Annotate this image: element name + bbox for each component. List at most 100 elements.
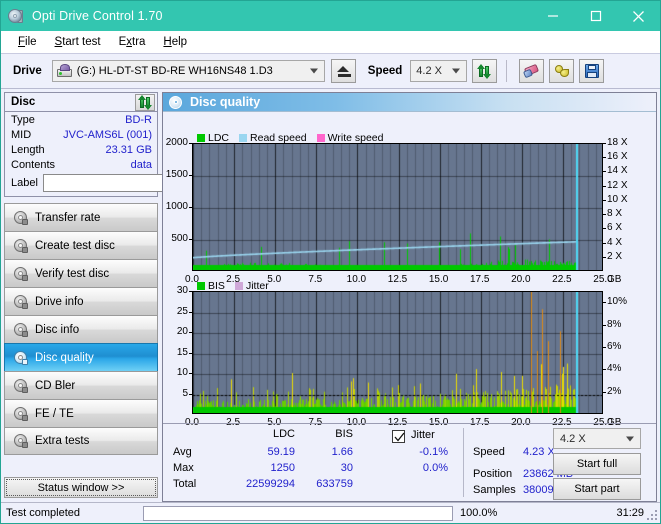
menu-start-test[interactable]: Start test	[46, 34, 110, 50]
y-tick-label: 15	[162, 347, 188, 358]
chevron-down-icon	[452, 69, 460, 74]
sidebar-item-verify-test-disc[interactable]: Verify test disc	[4, 259, 158, 287]
stats-avg-ldc: 59.19	[235, 446, 295, 458]
sidebar-item-label: Disc quality	[35, 352, 94, 364]
y2-tick-label: 6%	[607, 341, 621, 352]
sidebar-item-extra-tests[interactable]: Extra tests	[4, 427, 158, 455]
stats-divider	[463, 428, 464, 497]
disc-panel-title: Disc	[11, 96, 35, 108]
sidebar-item-fe-te[interactable]: FE / TE	[4, 399, 158, 427]
main-split: Disc Type BD-R MID JVC-AMS6L (001)	[1, 89, 660, 502]
y-tick	[189, 373, 192, 374]
sidebar-item-disc-quality[interactable]: Disc quality	[4, 343, 158, 371]
y2-tick-label: 10%	[607, 296, 627, 307]
sidebar-item-drive-info[interactable]: Drive info	[4, 287, 158, 315]
erase-disc-button[interactable]	[519, 59, 544, 83]
y2-tick	[603, 392, 606, 393]
app-disc-icon	[8, 8, 25, 25]
y-tick-label: 500	[162, 233, 188, 244]
stats-controls: Speed 4.23 X Position 23862 MB Samples 3…	[463, 424, 656, 501]
floppy-save-icon	[583, 63, 601, 79]
speed-select[interactable]: 4.2 X	[410, 60, 467, 82]
refresh-icon	[477, 64, 492, 79]
disc-contents-value: data	[131, 159, 152, 171]
stats-avg-jitter: -0.1%	[378, 446, 448, 458]
stats-col-ldc: LDC	[235, 428, 295, 440]
sidebar-item-label: Extra tests	[35, 435, 89, 447]
y-tick-label: 10	[162, 367, 188, 378]
disc-icon	[13, 379, 28, 393]
sidebar-item-create-test-disc[interactable]: Create test disc	[4, 231, 158, 259]
start-full-button[interactable]: Start full	[553, 453, 641, 475]
y2-tick	[603, 302, 606, 303]
disc-mid-label: MID	[11, 129, 31, 141]
bis-plot-area[interactable]	[192, 291, 603, 414]
close-button[interactable]	[617, 1, 660, 31]
drive-label: Drive	[13, 65, 42, 77]
legend-swatch	[197, 134, 205, 142]
disc-panel-header: Disc	[5, 93, 157, 112]
y2-tick	[603, 369, 606, 370]
y2-tick	[603, 200, 606, 201]
y2-tick-label: 14 X	[607, 165, 628, 176]
chevron-down-icon	[626, 436, 634, 441]
content-header: Disc quality	[163, 93, 656, 112]
drive-options-button[interactable]	[549, 59, 574, 83]
menu-extra[interactable]: Extra	[110, 34, 155, 50]
status-bar: Test completed 100.0% 31:29	[1, 502, 660, 523]
ldc-plot-area[interactable]	[192, 143, 603, 271]
jitter-checkbox[interactable]	[392, 430, 405, 443]
stats-row-max-label: Max	[173, 462, 194, 474]
eject-button[interactable]	[331, 59, 356, 83]
stats-avg-bis: 1.66	[303, 446, 353, 458]
window-buttons	[531, 1, 660, 31]
refresh-drive-button[interactable]	[472, 59, 497, 83]
disc-row-contents: Contents data	[5, 157, 157, 172]
y2-tick-label: 12 X	[607, 180, 628, 191]
optical-drive-icon	[57, 64, 73, 78]
disc-row-length: Length 23.31 GB	[5, 142, 157, 157]
stats-total-ldc: 22599294	[215, 478, 295, 490]
y2-tick	[603, 214, 606, 215]
bis-jitter-chart: BISJitter 51015202530 2%4%6%8%10% 0.02.5…	[163, 280, 658, 432]
legend-swatch	[235, 282, 243, 290]
test-speed-select[interactable]: 4.2 X	[553, 428, 641, 449]
minimize-button[interactable]	[531, 1, 574, 31]
nav-list: Transfer rate Create test disc Verify te…	[4, 203, 158, 455]
plug-icon	[553, 63, 571, 79]
drive-select[interactable]: (G:) HL-DT-ST BD-RE WH16NS48 1.D3	[52, 60, 325, 82]
y2-tick-label: 18 X	[607, 137, 628, 148]
disc-icon	[13, 351, 28, 365]
maximize-button[interactable]	[574, 1, 617, 31]
y-tick	[189, 239, 192, 240]
y2-tick	[603, 186, 606, 187]
menu-file[interactable]: File	[9, 34, 46, 50]
y2-tick	[603, 257, 606, 258]
eject-icon	[337, 66, 349, 72]
sidebar-item-transfer-rate[interactable]: Transfer rate	[4, 203, 158, 231]
disc-row-type: Type BD-R	[5, 112, 157, 127]
y2-tick	[603, 157, 606, 158]
sidebar-item-label: Disc info	[35, 324, 79, 336]
menu-help[interactable]: Help	[154, 34, 196, 50]
y2-tick	[603, 228, 606, 229]
sidebar-item-label: Drive info	[35, 296, 84, 308]
y-tick	[189, 312, 192, 313]
resize-grip[interactable]	[647, 510, 658, 521]
status-window-button[interactable]: Status window >>	[4, 477, 158, 498]
position-label: Position	[473, 468, 512, 480]
refresh-icon	[138, 95, 153, 110]
y2-tick-label: 8%	[607, 319, 621, 330]
speed-label: Speed	[368, 65, 403, 77]
y2-tick-label: 4%	[607, 363, 621, 374]
sidebar: Disc Type BD-R MID JVC-AMS6L (001)	[4, 92, 158, 502]
y-tick	[189, 207, 192, 208]
chevron-down-icon	[310, 69, 318, 74]
start-part-button[interactable]: Start part	[553, 478, 641, 500]
sidebar-item-disc-info[interactable]: Disc info	[4, 315, 158, 343]
save-button[interactable]	[579, 59, 604, 83]
disc-refresh-button[interactable]	[135, 94, 155, 111]
sidebar-item-cd-bler[interactable]: CD Bler	[4, 371, 158, 399]
y2-tick	[603, 243, 606, 244]
y2-tick	[603, 325, 606, 326]
